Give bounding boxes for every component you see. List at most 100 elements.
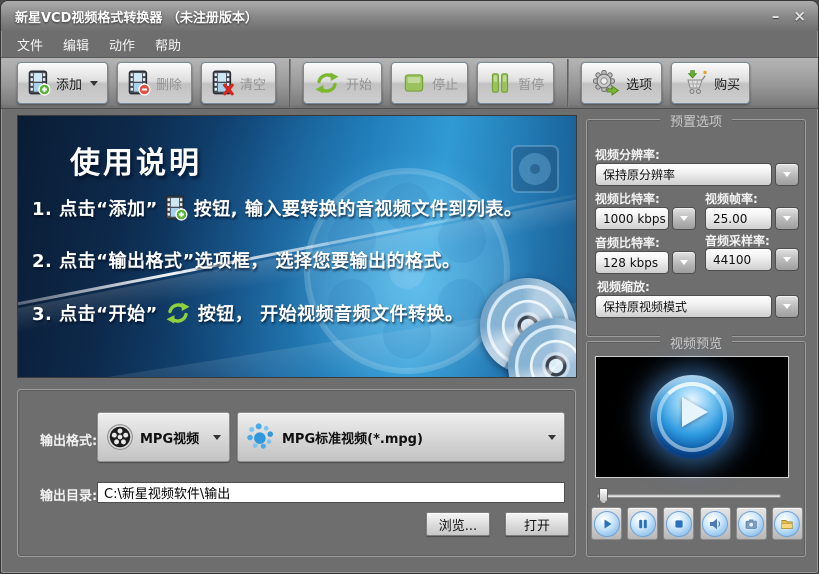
pause-button-label: 暂停: [518, 77, 545, 93]
player-pause-button[interactable]: [627, 507, 659, 540]
audio-bitrate-label: 音频比特率:: [595, 236, 660, 250]
sample-rate-select[interactable]: 44100: [705, 248, 799, 271]
options-button-label: 选项: [626, 77, 653, 93]
play-icon: [593, 510, 620, 537]
step-2-text: 2. 点击“输出格式”选项框， 选择您要输出的格式。: [32, 251, 461, 272]
video-scale-label: 视频缩放:: [597, 280, 650, 294]
video-bitrate-select[interactable]: 1000 kbps: [595, 207, 696, 230]
speaker-icon: [702, 510, 729, 537]
menubar: 文件 编辑 动作 帮助: [1, 31, 818, 57]
output-format-select[interactable]: MPG视频: [97, 412, 230, 462]
instruction-step-3: 3. 点击“开始” 按钮， 开始视频音频文件转换。: [32, 300, 464, 326]
step-3-text: 按钮， 开始视频音频文件转换。: [197, 304, 464, 325]
audio-bitrate-value: 128 kbps: [595, 251, 669, 274]
shopping-cart-icon: [681, 69, 709, 97]
output-profile-select[interactable]: MPG标准视频(*.mpg): [237, 412, 565, 462]
refresh-arrows-icon: [313, 70, 341, 96]
instructions-banner: 使用说明 1. 点击“添加” 按钮, 输入要转换的音视频文件到列表。 2. 点击…: [17, 115, 577, 378]
app-window: 新星VCD视频格式转换器 （未注册版本） – × 文件 编辑 动作 帮助 添加 …: [0, 0, 819, 574]
instruction-step-2: 2. 点击“输出格式”选项框， 选择您要输出的格式。: [32, 247, 461, 273]
film-add-icon: [27, 70, 51, 96]
player-mute-button[interactable]: [699, 507, 731, 540]
stop-square-icon: [401, 70, 427, 96]
chevron-down-icon[interactable]: [775, 207, 799, 230]
open-folder-icon: [774, 510, 801, 537]
buy-button[interactable]: 购买: [671, 62, 751, 104]
add-button[interactable]: 添加: [17, 62, 109, 104]
chevron-down-icon[interactable]: [775, 163, 799, 186]
snapshot-camera-icon: [738, 510, 765, 537]
video-preview-group: 视频预览: [586, 333, 806, 557]
preset-options-group: 预置选项 视频分辨率: 保持原分辨率 视频比特率: 视频帧率: 1000 kbp…: [586, 111, 806, 337]
splash-dots-icon: [246, 422, 276, 452]
film-add-icon: [164, 195, 188, 221]
sample-rate-label: 音频采样率:: [705, 234, 770, 248]
output-format-value: MPG视频: [140, 431, 200, 447]
step-1-text: 按钮, 输入要转换的音视频文件到列表。: [193, 199, 523, 220]
browse-button[interactable]: 浏览...: [426, 512, 490, 536]
video-bitrate-value: 1000 kbps: [595, 207, 669, 230]
player-controls: [591, 507, 803, 540]
pause-icon: [629, 510, 656, 537]
video-preview-title: 视频预览: [659, 333, 733, 352]
menu-action[interactable]: 动作: [99, 32, 145, 57]
chevron-down-icon: [213, 434, 221, 440]
output-dir-input[interactable]: [97, 482, 565, 503]
sample-rate-value: 44100: [705, 248, 772, 271]
menu-file[interactable]: 文件: [7, 32, 53, 57]
player-open-file-button[interactable]: [771, 507, 803, 540]
gear-icon: [591, 69, 621, 97]
chevron-down-icon[interactable]: [775, 248, 799, 271]
toolbar-separator: [289, 59, 292, 107]
framerate-select[interactable]: 25.00: [705, 207, 799, 230]
stop-button-label: 停止: [432, 77, 459, 93]
film-reel-icon: [106, 423, 134, 451]
preset-options-title: 预置选项: [659, 111, 733, 130]
play-triangle-icon: [682, 397, 708, 427]
resolution-select[interactable]: 保持原分辨率: [595, 163, 799, 186]
output-profile-value: MPG标准视频(*.mpg): [282, 431, 423, 447]
player-stop-button[interactable]: [663, 507, 695, 540]
player-snapshot-button[interactable]: [735, 507, 767, 540]
seek-track[interactable]: [597, 494, 781, 498]
pause-button[interactable]: 暂停: [477, 62, 555, 104]
start-button[interactable]: 开始: [303, 62, 383, 104]
instruction-step-1: 1. 点击“添加” 按钮, 输入要转换的音视频文件到列表。: [32, 195, 522, 221]
audio-bitrate-select[interactable]: 128 kbps: [595, 251, 696, 274]
minimize-button[interactable]: –: [772, 8, 780, 24]
video-scale-select[interactable]: 保持原视频模式: [595, 295, 799, 318]
seek-slider[interactable]: [597, 488, 781, 504]
big-play-icon[interactable]: [650, 375, 734, 459]
film-reel-graphic: [508, 142, 562, 200]
open-button[interactable]: 打开: [505, 512, 569, 536]
options-button[interactable]: 选项: [581, 62, 663, 104]
chevron-down-icon: [548, 434, 556, 440]
chevron-down-icon[interactable]: [775, 295, 799, 318]
resolution-label: 视频分辨率:: [595, 148, 660, 162]
framerate-value: 25.00: [705, 207, 772, 230]
video-bitrate-label: 视频比特率:: [595, 192, 660, 206]
stop-button[interactable]: 停止: [391, 62, 469, 104]
chevron-down-icon[interactable]: [672, 207, 696, 230]
player-play-button[interactable]: [591, 507, 622, 540]
menu-edit[interactable]: 编辑: [53, 32, 99, 57]
resolution-value: 保持原分辨率: [595, 163, 772, 186]
chevron-down-icon: [90, 80, 99, 86]
seek-thumb[interactable]: [599, 488, 608, 504]
clear-button[interactable]: 清空: [201, 62, 277, 104]
video-preview-screen[interactable]: [595, 356, 789, 478]
start-button-label: 开始: [346, 77, 373, 93]
window-title: 新星VCD视频格式转换器 （未注册版本）: [15, 10, 258, 26]
titlebar: 新星VCD视频格式转换器 （未注册版本） – ×: [1, 1, 818, 31]
close-button[interactable]: ×: [793, 8, 806, 24]
chevron-down-icon[interactable]: [672, 251, 696, 274]
add-button-label: 添加: [56, 77, 83, 93]
film-remove-icon: [127, 70, 151, 96]
step-3-text: 3. 点击“开始”: [32, 304, 158, 325]
output-dir-label: 输出目录:: [40, 489, 98, 504]
film-clear-icon: [211, 70, 235, 96]
video-scale-value: 保持原视频模式: [595, 295, 772, 318]
toolbar-separator: [567, 59, 570, 107]
delete-button[interactable]: 删除: [117, 62, 193, 104]
menu-help[interactable]: 帮助: [145, 32, 191, 57]
